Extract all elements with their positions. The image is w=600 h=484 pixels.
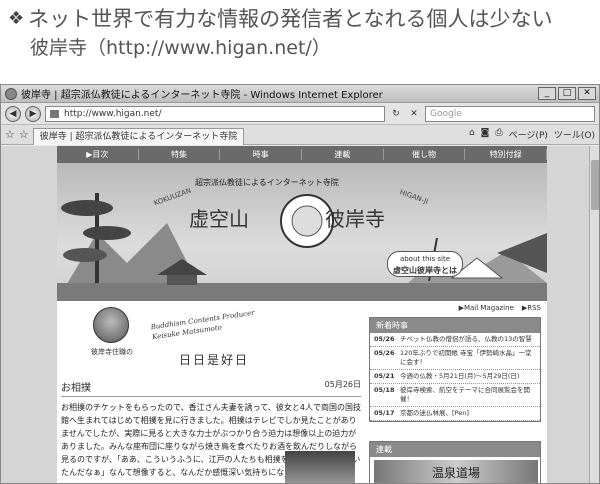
avatar xyxy=(93,307,129,343)
ie-logo-icon xyxy=(5,87,17,100)
producer-label: Buddhism Contents Producer Keisuke Matsu… xyxy=(150,308,256,342)
add-favorite-icon[interactable]: ☆ xyxy=(19,128,29,141)
tab-higanji[interactable]: 彼岸寺 | 超宗派仏教徒によるインターネット寺院 xyxy=(32,127,245,145)
about-label-ja: 虚空山彼岸寺とは xyxy=(393,266,457,275)
page-viewport: ▶目次 特集 時事 連載 催し物 特別付録 超宗派仏教徒によるインターネット寺院… xyxy=(1,146,599,483)
list-item[interactable]: 05/21 今週の仏教・5月21日(月)〜5月29日(日) xyxy=(370,370,540,384)
home-icon[interactable]: ⌂ xyxy=(469,128,475,141)
serial-panel: 連載 温泉道場 xyxy=(369,441,541,483)
nav-item-feature[interactable]: 特集 xyxy=(139,149,221,160)
profile-caption: 彼岸寺住職の xyxy=(91,348,133,356)
list-item[interactable]: 05/26 チベット仏教の僧侶が語る、仏教の13の智慧 xyxy=(370,333,540,347)
serial-heading: 連載 xyxy=(370,442,540,457)
nav-item-serial[interactable]: 連載 xyxy=(302,149,384,160)
sumo-photo xyxy=(285,451,355,483)
content-area: ▶Mail Magazine ▶RSS 彼岸寺住職の Buddhism Cont… xyxy=(57,301,547,483)
close-button[interactable]: ✕ xyxy=(578,87,596,100)
about-label-en: about this site xyxy=(399,255,451,263)
command-bar: ⌂ ◙ ⎙ ページ(P) ツール(O) xyxy=(469,128,595,141)
search-input[interactable]: Google xyxy=(425,105,595,122)
address-bar: ◀ ▶ http://www.higan.net/ ↻ ✕ Google xyxy=(1,103,599,125)
maximize-button[interactable]: □ xyxy=(558,87,576,100)
news-panel: 新着時事 05/26 チベット仏教の僧侶が語る、仏教の13の智慧 05/26 120… xyxy=(369,317,541,422)
nav-item-news[interactable]: 時事 xyxy=(220,149,303,160)
caption-title: ネット世界で有力な情報の発信者となれる個人は少ない xyxy=(28,7,553,31)
profile-block: 彼岸寺住職の Buddhism Contents Producer Keisuk… xyxy=(91,307,273,373)
scrollbar-thumb[interactable] xyxy=(591,160,599,210)
minimize-button[interactable]: _ xyxy=(538,87,556,100)
article-title[interactable]: お相撲 xyxy=(61,379,91,394)
list-item[interactable]: 05/18 彼岸寺検索、航空をテーマに合同展覧会を開催！ xyxy=(370,384,540,407)
stop-icon[interactable]: ✕ xyxy=(407,109,421,119)
article-header: お相撲 05月26日 xyxy=(61,379,361,397)
serial-banner[interactable]: 温泉道場 xyxy=(374,460,538,483)
title-bar: 彼岸寺 | 超宗派仏教徒によるインターネット寺院 - Windows Inter… xyxy=(1,85,599,103)
banner-mountain-name: 虚空山 xyxy=(189,207,249,231)
window-controls: _ □ ✕ xyxy=(538,87,599,100)
list-item[interactable]: 05/26 120年ぶりで初開帳 寺宝「伊勢崎水晶」一堂に会す！ xyxy=(370,347,540,370)
caption-site: 彼岸寺（http://www.higan.net/） xyxy=(30,37,331,59)
figure-caption: ❖ ネット世界で有力な情報の発信者となれる個人は少ない 彼岸寺（http://w… xyxy=(8,4,588,62)
nav-item-events[interactable]: 催し物 xyxy=(384,149,466,160)
article-date: 05月26日 xyxy=(324,380,361,389)
page-menu[interactable]: ページ(P) xyxy=(509,128,548,141)
nav-item-appendix[interactable]: 特別付録 xyxy=(465,149,548,160)
banner-subtitle: 超宗派仏教徒によるインターネット寺院 xyxy=(195,178,339,187)
tools-menu[interactable]: ツール(O) xyxy=(554,128,595,141)
about-site-button[interactable]: about this site 虚空山彼岸寺とは xyxy=(387,251,463,277)
refresh-icon[interactable]: ↻ xyxy=(389,109,403,119)
favorites-star-icon[interactable]: ☆ xyxy=(5,128,15,141)
window-title: 彼岸寺 | 超宗派仏教徒によるインターネット寺院 - Windows Inter… xyxy=(21,90,383,101)
forward-button[interactable]: ▶ xyxy=(25,105,41,122)
header-links: ▶Mail Magazine ▶RSS xyxy=(459,304,541,312)
browser-window: 彼岸寺 | 超宗派仏教徒によるインターネット寺院 - Windows Inter… xyxy=(0,84,600,484)
news-heading: 新着時事 xyxy=(370,318,540,333)
list-item[interactable]: 05/17 京都の迷仏林展、[Pen] xyxy=(370,407,540,421)
mail-magazine-link[interactable]: ▶Mail Magazine xyxy=(459,304,514,312)
print-icon[interactable]: ⎙ xyxy=(495,128,502,141)
back-button[interactable]: ◀ xyxy=(5,105,21,122)
url-input[interactable]: http://www.higan.net/ xyxy=(45,105,385,122)
vertical-scrollbar[interactable] xyxy=(589,146,599,483)
site-nav: ▶目次 特集 時事 連載 催し物 特別付録 xyxy=(57,146,548,163)
blog-title[interactable]: 日日是好日 xyxy=(179,351,249,368)
tab-bar: ☆ ☆ 彼岸寺 | 超宗派仏教徒によるインターネット寺院 ⌂ ◙ ⎙ ページ(P… xyxy=(1,125,599,145)
feeds-icon[interactable]: ◙ xyxy=(481,128,490,141)
bullet-icon: ❖ xyxy=(8,8,25,29)
higanji-page: ▶目次 特集 時事 連載 催し物 特別付録 超宗派仏教徒によるインターネット寺院… xyxy=(57,146,548,483)
banner-temple-name: 彼岸寺 xyxy=(325,207,385,231)
rss-link[interactable]: ▶RSS xyxy=(522,304,541,312)
site-banner: 超宗派仏教徒によるインターネット寺院 KOKUUZAN HIGAN-JI 虚空山… xyxy=(57,163,547,301)
nav-item-contents[interactable]: ▶目次 xyxy=(57,149,139,160)
